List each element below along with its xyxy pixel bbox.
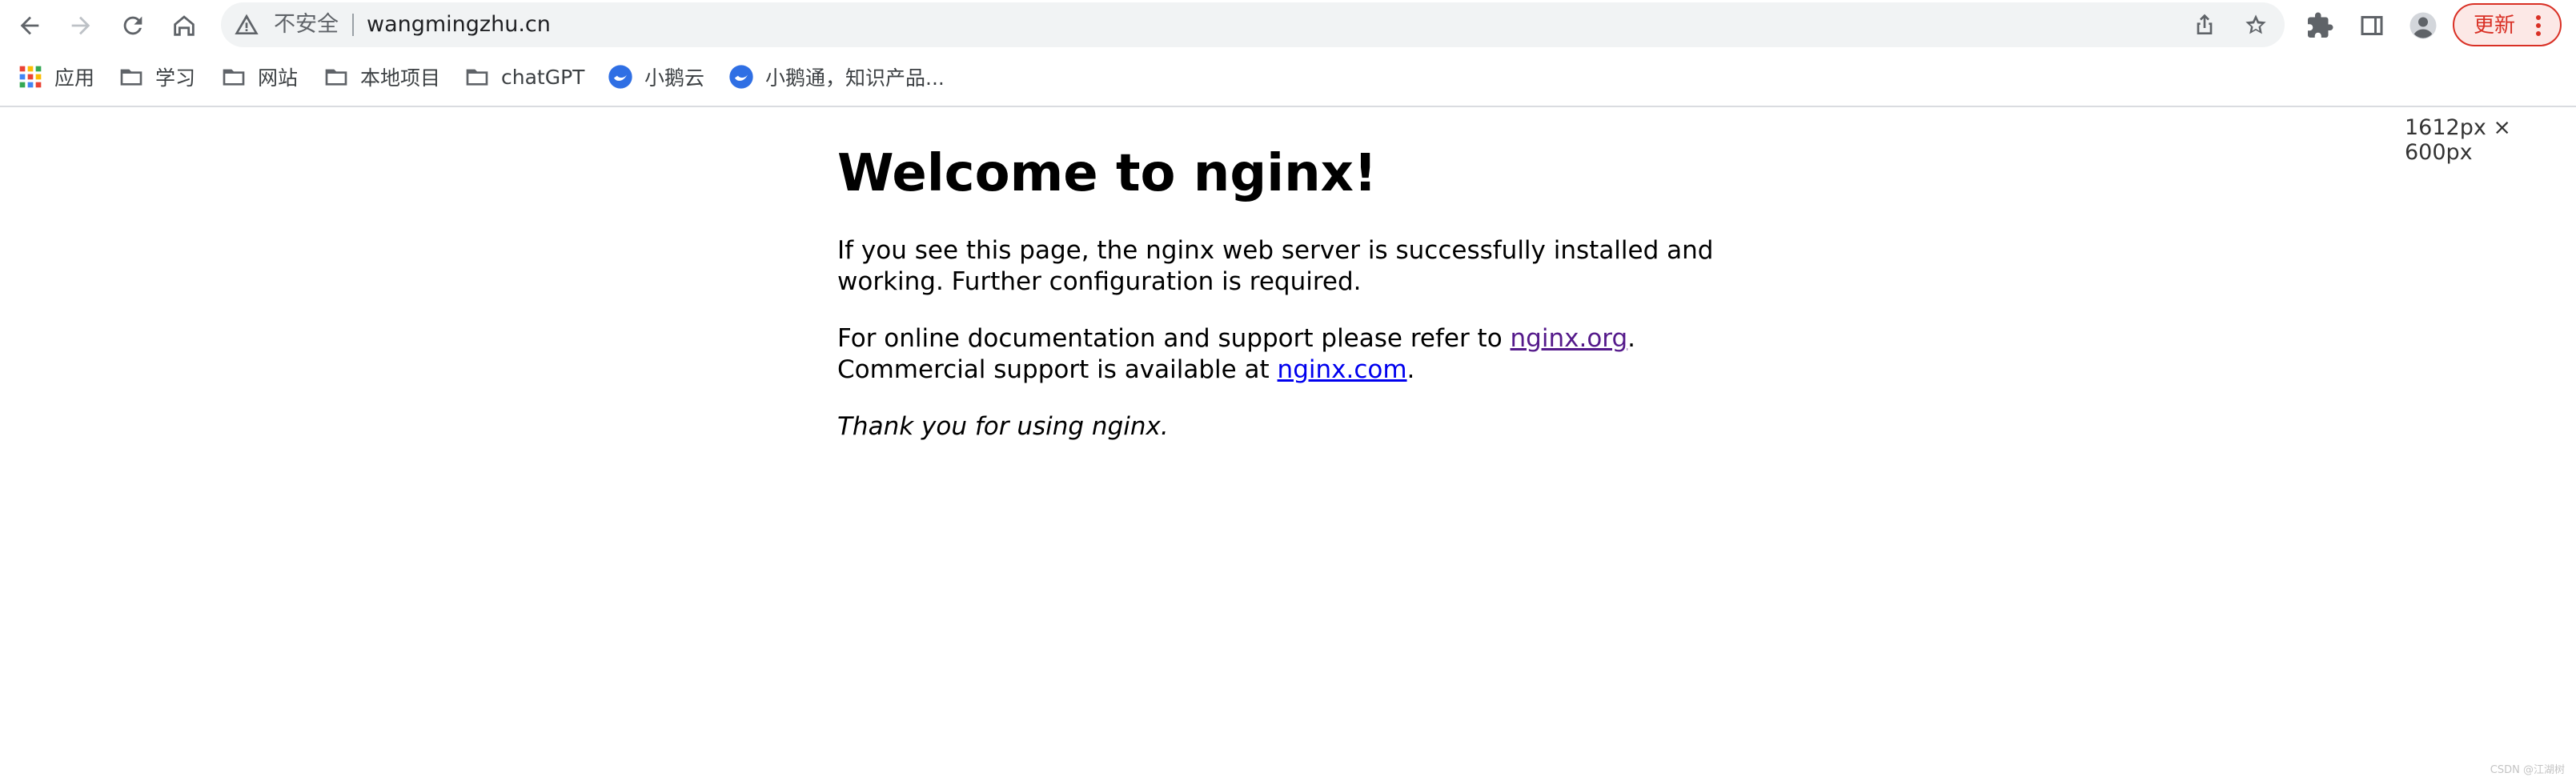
address-bar[interactable]: 不安全 wangmingzhu.cn (221, 2, 2285, 47)
support-paragraph: For online documentation and support ple… (837, 323, 1718, 386)
commercial-text: Commercial support is available at (837, 355, 1278, 384)
warning-icon[interactable] (234, 12, 259, 38)
extensions-icon[interactable] (2305, 11, 2334, 40)
url-text[interactable]: wangmingzhu.cn (367, 10, 551, 40)
watermark: CSDN @江湖树 (2490, 764, 2565, 776)
bookmark-apps[interactable]: 应用 (18, 61, 94, 93)
apps-grid-icon (19, 66, 42, 88)
folder-icon (223, 69, 245, 86)
bookmark-label: 本地项目 (360, 66, 441, 90)
share-icon[interactable] (2192, 12, 2217, 38)
support-period: . (1627, 324, 1636, 353)
browser-toolbar: 不安全 wangmingzhu.cn 更新 (0, 0, 2576, 51)
update-button[interactable]: 更新 (2453, 3, 2562, 46)
side-panel-icon[interactable] (2357, 11, 2386, 40)
reload-button[interactable] (114, 6, 152, 45)
site-favicon-icon (608, 65, 632, 89)
bookmark-label: 小鹅通，知识产品... (765, 66, 945, 90)
bookmarks-bar: 应用 学习 网站 本地项目 chatGPT 小鹅云 小鹅通，知识产品... (0, 51, 2576, 107)
site-favicon-icon (729, 65, 753, 89)
bookmark-folder-chatgpt[interactable]: chatGPT (464, 61, 584, 93)
bookmark-xiaoeyun[interactable]: 小鹅云 (608, 61, 704, 93)
bookmark-label: 应用 (54, 66, 95, 90)
forward-button[interactable] (62, 6, 100, 45)
home-icon (174, 15, 195, 36)
bookmark-label: 小鹅云 (644, 66, 705, 90)
nginx-org-link[interactable]: nginx.org (1511, 324, 1628, 353)
commercial-period: . (1406, 355, 1415, 384)
support-text: For online documentation and support ple… (837, 324, 1511, 353)
security-status-label[interactable]: 不安全 (274, 10, 339, 40)
bookmark-folder-study[interactable]: 学习 (118, 61, 195, 93)
bookmark-folder-local-projects[interactable]: 本地项目 (323, 61, 440, 93)
back-icon (20, 16, 39, 35)
bookmark-star-icon[interactable] (2243, 12, 2269, 38)
page-title: Welcome to nginx! (837, 144, 1378, 203)
folder-icon (325, 69, 347, 86)
bookmark-folder-websites[interactable]: 网站 (221, 61, 298, 93)
folder-icon (120, 69, 142, 86)
more-icon (2536, 15, 2541, 36)
update-label: 更新 (2474, 14, 2516, 38)
back-button[interactable] (10, 6, 49, 45)
page-content: Welcome to nginx! If you see this page, … (837, 136, 1718, 443)
folder-icon (466, 69, 488, 86)
forward-icon (71, 16, 90, 35)
thanks-paragraph: Thank you for using nginx. (837, 412, 1169, 441)
profile-icon[interactable] (2409, 11, 2438, 40)
viewport-size-label: 1612px × 600px (2405, 115, 2512, 165)
bookmark-label: chatGPT (501, 65, 585, 89)
address-separator (352, 14, 354, 36)
bookmark-xiaoetong[interactable]: 小鹅通，知识产品... (728, 61, 945, 93)
intro-paragraph: If you see this page, the nginx web serv… (837, 236, 1714, 296)
reload-icon (123, 16, 142, 35)
bookmark-label: 学习 (155, 66, 196, 90)
bookmark-label: 网站 (258, 66, 299, 90)
home-button[interactable] (165, 6, 203, 45)
nginx-com-link[interactable]: nginx.com (1278, 355, 1407, 384)
